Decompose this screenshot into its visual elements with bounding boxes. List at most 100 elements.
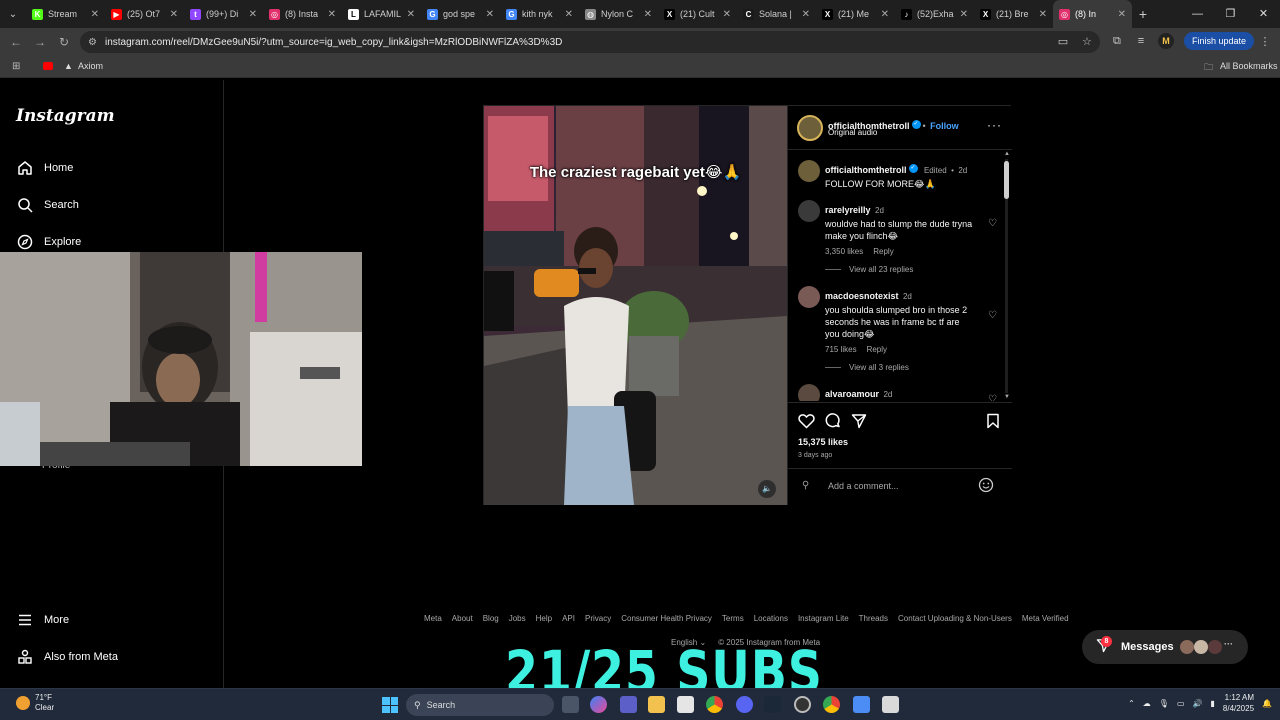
- footer-link[interactable]: Terms: [722, 614, 744, 623]
- close-tab-icon[interactable]: ✕: [91, 9, 99, 20]
- like-comment-heart-icon[interactable]: ♡: [988, 310, 997, 321]
- profile-avatar[interactable]: M: [1157, 33, 1174, 49]
- sidebar-item-home[interactable]: Home: [16, 159, 73, 177]
- task-view-icon[interactable]: [562, 696, 579, 713]
- close-tab-icon[interactable]: ✕: [170, 9, 178, 20]
- comment-username[interactable]: rarelyreilly: [825, 205, 871, 215]
- tab-groups-icon[interactable]: ≡: [1134, 35, 1148, 47]
- browser-tab[interactable]: X (21) Cult ✕: [658, 0, 737, 28]
- emoji-picker-icon[interactable]: [978, 477, 994, 498]
- footer-link[interactable]: Contact Uploading & Non-Users: [898, 614, 1012, 623]
- comments-scrollbar[interactable]: ▲ ▼: [1002, 151, 1010, 401]
- close-tab-icon[interactable]: ✕: [644, 9, 652, 20]
- tray-overflow-icon[interactable]: ⌃: [1128, 699, 1135, 708]
- comment-username[interactable]: macdoesnotexist: [825, 291, 899, 301]
- view-replies-button[interactable]: View all 3 replies: [825, 363, 909, 372]
- chrome-icon[interactable]: [706, 696, 723, 713]
- sidebar-item-also-from-meta[interactable]: Also from Meta: [16, 648, 118, 666]
- onedrive-cloud-icon[interactable]: ☁: [1143, 699, 1151, 708]
- browser-tab[interactable]: C Solana | ✕: [737, 0, 816, 28]
- browser-tab[interactable]: L LAFAMIL ✕: [342, 0, 421, 28]
- browser-tab[interactable]: ◎ (8) In ✕: [1053, 0, 1132, 28]
- browser-tab[interactable]: K Stream ✕: [26, 0, 105, 28]
- footer-link[interactable]: Jobs: [509, 614, 526, 623]
- scrollbar-thumb[interactable]: [1004, 161, 1009, 199]
- author-avatar[interactable]: [798, 160, 820, 182]
- instagram-logo[interactable]: Instagram: [16, 106, 115, 126]
- battery-icon[interactable]: ▮: [1210, 699, 1214, 708]
- close-tab-icon[interactable]: ✕: [723, 9, 731, 20]
- close-tab-icon[interactable]: ✕: [1118, 9, 1126, 20]
- like-comment-heart-icon[interactable]: ♡: [988, 394, 997, 401]
- notifications-bell-icon[interactable]: 🔔: [1262, 699, 1272, 708]
- footer-link[interactable]: Meta: [424, 614, 442, 623]
- weather-widget[interactable]: 71°F Clear: [16, 693, 54, 713]
- conversation-avatar[interactable]: [1180, 640, 1194, 654]
- start-button-icon[interactable]: [382, 697, 398, 713]
- more-conversations-icon[interactable]: ···: [1224, 639, 1233, 649]
- extensions-icon[interactable]: ⧉: [1110, 35, 1124, 48]
- obs-icon[interactable]: [794, 696, 811, 713]
- back-button[interactable]: ←: [4, 35, 28, 49]
- browser-menu-icon[interactable]: ⋮: [1258, 35, 1272, 48]
- browser-tab[interactable]: ◍ Nylon C ✕: [579, 0, 658, 28]
- forward-button[interactable]: →: [28, 35, 52, 49]
- comment-likes[interactable]: 715 likes: [825, 345, 857, 354]
- follow-button[interactable]: Follow: [930, 121, 959, 131]
- conversation-avatar[interactable]: [1194, 640, 1208, 654]
- like-heart-icon[interactable]: [798, 413, 815, 434]
- steam-icon[interactable]: [764, 696, 781, 713]
- close-tab-icon[interactable]: ✕: [249, 9, 257, 20]
- scroll-up-arrow-icon[interactable]: ▲: [1004, 151, 1010, 157]
- footer-link[interactable]: Consumer Health Privacy: [621, 614, 712, 623]
- audio-label[interactable]: Original audio: [828, 128, 877, 137]
- close-tab-icon[interactable]: ✕: [486, 9, 494, 20]
- browser-tab[interactable]: Ggod spe ✕: [421, 0, 500, 28]
- sidebar-item-search[interactable]: Search: [16, 196, 79, 214]
- browser-tab[interactable]: X (21) Me ✕: [816, 0, 895, 28]
- comment-username[interactable]: alvaroamour: [825, 389, 879, 399]
- commenter-avatar[interactable]: [798, 286, 820, 308]
- teams-icon[interactable]: [620, 696, 637, 713]
- youtube-bookmark-icon[interactable]: [43, 62, 53, 70]
- footer-link[interactable]: Meta Verified: [1022, 614, 1069, 623]
- footer-link[interactable]: API: [562, 614, 575, 623]
- sidebar-item-more[interactable]: More: [16, 611, 69, 629]
- footer-link[interactable]: Blog: [483, 614, 499, 623]
- footer-link[interactable]: Privacy: [585, 614, 611, 623]
- messages-button[interactable]: 8 Messages ···: [1082, 630, 1248, 664]
- comment-likes[interactable]: 3,350 likes: [825, 247, 863, 256]
- footer-link[interactable]: Locations: [754, 614, 788, 623]
- more-options-icon[interactable]: ···: [987, 118, 1002, 132]
- browser-tab[interactable]: ♪ (52)Exha ✕: [895, 0, 974, 28]
- bookmark-star-icon[interactable]: ☆: [1080, 35, 1094, 48]
- notepad-icon[interactable]: [853, 696, 870, 713]
- close-tab-icon[interactable]: ✕: [407, 9, 415, 20]
- comment-bubble-icon[interactable]: [825, 413, 841, 434]
- scroll-down-arrow-icon[interactable]: ▼: [1004, 394, 1010, 400]
- close-tab-icon[interactable]: ✕: [328, 9, 336, 20]
- apps-grid-icon[interactable]: ⊞: [12, 61, 20, 72]
- minimize-button[interactable]: —: [1181, 0, 1214, 28]
- footer-link[interactable]: Instagram Lite: [798, 614, 849, 623]
- footer-link[interactable]: About: [452, 614, 473, 623]
- author-avatar[interactable]: [797, 115, 823, 141]
- sidebar-item-explore[interactable]: Explore: [16, 233, 81, 251]
- chrome-profile-icon[interactable]: [823, 696, 840, 713]
- reel-video[interactable]: The craziest ragebait yet😂🙏 🔈: [484, 106, 787, 505]
- browser-tab[interactable]: ◎ (8) Insta ✕: [263, 0, 342, 28]
- close-window-button[interactable]: ✕: [1247, 0, 1280, 28]
- commenter-avatar[interactable]: [798, 384, 820, 401]
- view-replies-button[interactable]: View all 23 replies: [825, 265, 913, 274]
- taskbar-search[interactable]: ⚲ Search: [406, 694, 554, 716]
- browser-tab[interactable]: ▶ (25) Ot7 ✕: [105, 0, 184, 28]
- reply-button[interactable]: Reply: [873, 247, 893, 256]
- finish-update-button[interactable]: Finish update: [1183, 32, 1254, 50]
- address-bar[interactable]: ⚙ instagram.com/reel/DMzGee9uN5i/?utm_so…: [80, 31, 1100, 53]
- share-send-icon[interactable]: [851, 413, 867, 434]
- close-tab-icon[interactable]: ✕: [960, 9, 968, 20]
- browser-tab[interactable]: X (21) Bre ✕: [974, 0, 1053, 28]
- browser-tab[interactable]: t (99+) Di ✕: [184, 0, 263, 28]
- close-tab-icon[interactable]: ✕: [565, 9, 573, 20]
- maximize-button[interactable]: ❐: [1214, 0, 1247, 28]
